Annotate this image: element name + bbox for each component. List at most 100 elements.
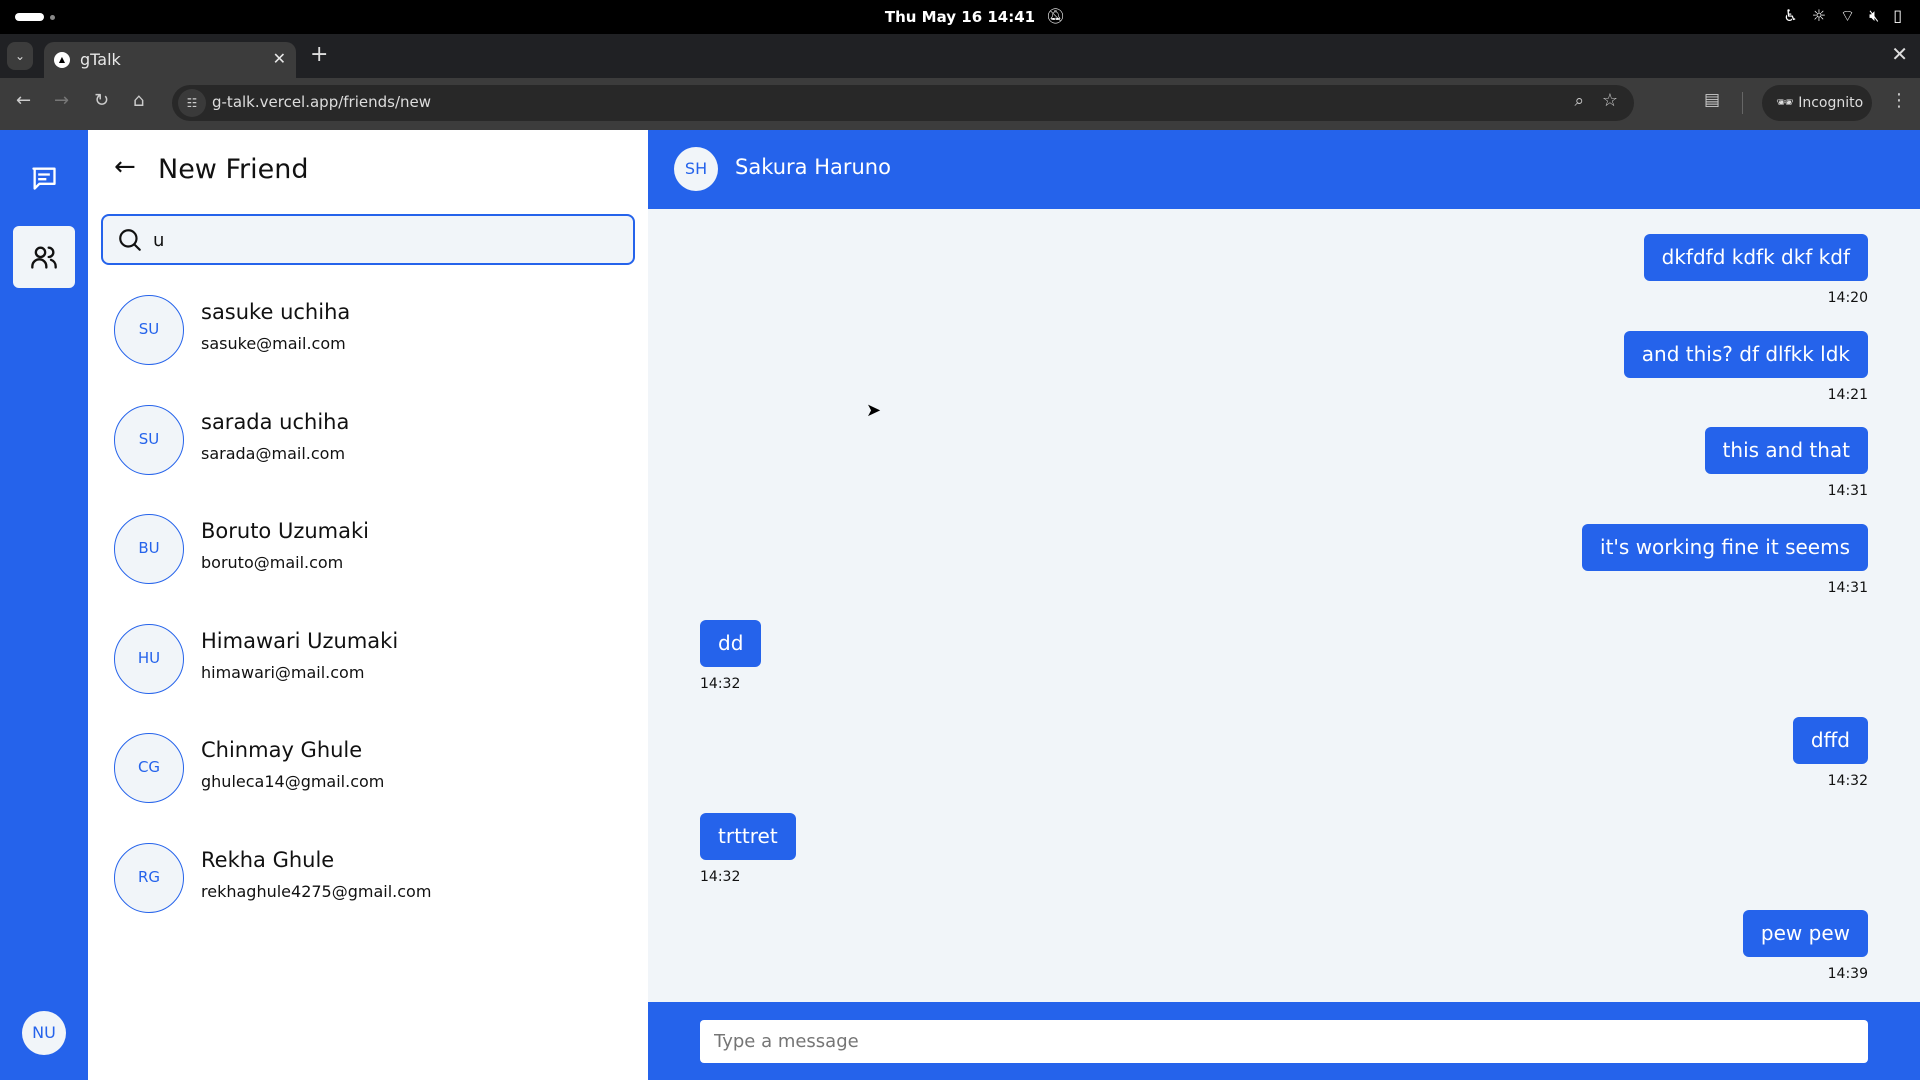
message-bubble[interactable]: and this? df dlfkk ldk (1623, 330, 1868, 378)
mouse-cursor: ➤ (866, 400, 882, 421)
message-time: 14:31 (1827, 483, 1868, 499)
friend-email: ghuleca14@gmail.com (201, 772, 385, 791)
more-menu-icon[interactable]: ⋮ (1890, 90, 1908, 111)
friend-name: sasuke uchiha (201, 300, 351, 324)
message: dkfdfd kdfk dkf kdf 14:20 (700, 234, 1868, 331)
user-avatar[interactable]: NU (22, 1011, 66, 1055)
reading-list-icon[interactable]: ▤ (1704, 90, 1720, 110)
chat-icon (32, 167, 56, 190)
friend-email: boruto@mail.com (201, 553, 344, 572)
friend-avatar: SU (114, 295, 184, 365)
close-window-button[interactable]: ✕ (1891, 42, 1908, 66)
friend-name: sarada uchiha (201, 409, 350, 434)
friend-result[interactable]: SU sasuke uchiha sasuke@mail.com (88, 280, 648, 380)
incognito-icon: 🕶︎ (1776, 95, 1799, 111)
bookmark-star-icon[interactable]: ☆ (1602, 90, 1618, 111)
chat-area: SH Sakura Haruno dkfdfd kdfk dkf kdf 14:… (648, 130, 1920, 1080)
search-icon (119, 229, 141, 251)
friend-result[interactable]: BU Boruto Uzumaki boruto@mail.com (88, 499, 648, 599)
incognito-label: Incognito (1798, 95, 1864, 111)
friend-name: Himawari Uzumaki (201, 628, 399, 653)
new-tab-button[interactable]: + (310, 42, 328, 67)
site-info-icon[interactable]: ☷ (178, 89, 206, 117)
message-bubble[interactable]: trttret (700, 813, 796, 860)
friend-name: Boruto Uzumaki (201, 519, 369, 543)
url-text[interactable]: g-talk.vercel.app/friends/new (212, 93, 431, 111)
back-arrow-icon[interactable]: ← (114, 152, 136, 182)
message-bubble[interactable]: pew pew (1742, 909, 1868, 957)
message: dd 14:32 (700, 620, 1868, 717)
message-bubble[interactable]: it's working fine it seems (1582, 523, 1868, 571)
friend-avatar: BU (114, 514, 184, 584)
friend-email: rekhaghule4275@gmail.com (201, 881, 432, 901)
reload-icon[interactable]: ↻ (94, 90, 109, 111)
friend-name: Chinmay Ghule (201, 738, 363, 762)
system-tray[interactable]: ♿︎ ☼ ⌔ 🔇︎ ▯ (1783, 6, 1902, 26)
zoom-icon[interactable]: ⌕ (1574, 91, 1584, 111)
tab-title: gTalk (80, 50, 121, 69)
back-icon[interactable]: ← (16, 90, 31, 111)
composer (648, 1002, 1920, 1080)
message: trttret 14:32 (700, 813, 1868, 910)
incognito-badge[interactable]: 🕶︎ Incognito (1762, 85, 1872, 121)
new-friend-panel: ← New Friend SU sasuke uchiha sasuke@mai… (88, 130, 648, 1080)
notifications-off-icon: 🔕︎ (1046, 7, 1066, 25)
message-time: 14:31 (1827, 579, 1868, 596)
message: it's working fine it seems 14:31 (700, 523, 1868, 621)
chats-nav-button[interactable] (30, 164, 58, 196)
address-bar[interactable]: ☷ g-talk.vercel.app/friends/new ⌕ ☆ (172, 85, 1634, 121)
message-time: 14:21 (1827, 386, 1868, 403)
tab-search-button[interactable]: ⌄ (7, 42, 33, 70)
tab-strip: ⌄ ▲ gTalk ✕ + ✕ (0, 34, 1920, 78)
night-light-icon: ☼ (1811, 6, 1827, 25)
friend-avatar: CG (114, 733, 184, 803)
message-bubble[interactable]: dd (700, 620, 762, 667)
message-bubble[interactable]: this and that (1704, 427, 1868, 474)
friend-result[interactable]: CG Chinmay Ghule ghuleca14@gmail.com (88, 718, 648, 818)
contact-avatar: SH (674, 147, 718, 191)
message-time: 14:20 (1827, 290, 1868, 306)
favicon-icon: ▲ (54, 52, 70, 68)
tab-gtalk[interactable]: ▲ gTalk ✕ (44, 42, 296, 78)
friend-result[interactable]: HU Himawari Uzumaki himawari@mail.com (88, 609, 648, 709)
page-title: New Friend (158, 154, 309, 185)
forward-icon[interactable]: → (54, 90, 69, 111)
friend-email: sarada@mail.com (201, 443, 346, 463)
message-bubble[interactable]: dkfdfd kdfk dkf kdf (1643, 234, 1868, 281)
message: dffd 14:32 (700, 716, 1868, 814)
friend-name: Rekha Ghule (201, 847, 335, 872)
friend-avatar: SU (114, 404, 184, 475)
clock[interactable]: Thu May 16 14:41 (0, 8, 1920, 26)
friend-avatar: RG (114, 842, 184, 913)
friends-nav-button[interactable] (13, 226, 75, 288)
message-time: 14:32 (1827, 772, 1868, 789)
accessibility-icon: ♿︎ (1783, 6, 1798, 25)
friend-result[interactable]: RG Rekha Ghule rekhaghule4275@gmail.com (88, 828, 648, 928)
wifi-icon: ⌔ (1840, 6, 1856, 25)
message-time: 14:32 (700, 676, 741, 692)
friend-email: sasuke@mail.com (201, 334, 346, 353)
message-list: dkfdfd kdfk dkf kdf 14:20 and this? df dl… (700, 234, 1868, 1006)
friend-search[interactable] (101, 214, 635, 265)
message-time: 14:32 (700, 869, 741, 885)
divider (1742, 92, 1743, 114)
browser-toolbar: ← → ↻ ⌂ ☷ g-talk.vercel.app/friends/new … (0, 78, 1920, 130)
message-time: 14:39 (1827, 965, 1868, 982)
users-icon (31, 246, 57, 269)
friend-result[interactable]: SU sarada uchiha sarada@mail.com (88, 390, 648, 490)
friend-avatar: HU (114, 623, 184, 694)
message: this and that 14:31 (700, 427, 1868, 524)
search-input[interactable] (153, 226, 613, 254)
app-sidebar: NU (0, 130, 88, 1080)
battery-icon: ▯ (1893, 6, 1902, 25)
message-bubble[interactable]: dffd (1792, 716, 1868, 764)
contact-name: Sakura Haruno (735, 155, 891, 179)
friend-email: himawari@mail.com (201, 662, 365, 682)
system-top-bar: Thu May 16 14:41 🔕︎ ♿︎ ☼ ⌔ 🔇︎ ▯ (0, 0, 1920, 34)
chat-header: SH Sakura Haruno (648, 130, 1920, 209)
volume-muted-icon: 🔇︎ (1869, 6, 1880, 25)
close-tab-icon[interactable]: ✕ (273, 49, 286, 68)
home-icon[interactable]: ⌂ (133, 90, 144, 111)
message-input[interactable] (700, 1020, 1868, 1063)
message: pew pew 14:39 (700, 909, 1868, 1007)
